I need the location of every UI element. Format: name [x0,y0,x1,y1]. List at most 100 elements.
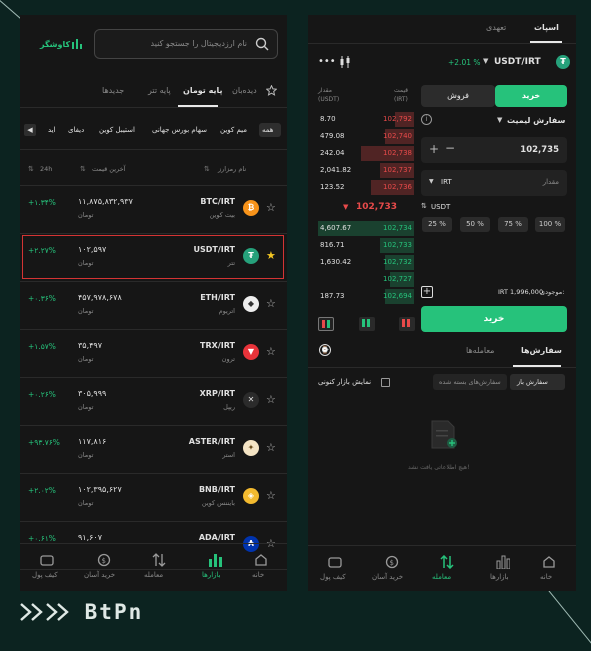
price: 102,792 [383,115,412,123]
tab-trades[interactable]: معامله‌ها [466,346,494,355]
divider [308,545,576,546]
more-icon[interactable]: ••• [318,56,336,67]
ask-row[interactable]: 2,041.82 102,737 [318,163,414,178]
pair-change: +2.01 % [448,58,481,67]
market-row[interactable]: ☆ ◈ BNB/IRT بایننس کوین ۱۰۲,۳۹۵,۶۲۷ توما… [20,475,287,522]
price-input[interactable]: + − 102,735 [421,137,567,163]
nav-trade[interactable]: معامله [428,555,468,589]
category-defi[interactable]: دیفای [68,126,84,134]
nav-wallet[interactable]: کیف پول [28,553,68,587]
price: 102,727 [383,275,412,283]
nav-wallet[interactable]: کیف پول [316,555,356,589]
pair-label: ASTER/IRT [188,437,235,446]
favorite-star-icon[interactable]: ☆ [266,345,276,358]
bid-row[interactable]: 816.71 102,733 [318,238,414,253]
unit-dropdown-icon[interactable]: ▼ [429,178,434,185]
amount-input[interactable]: ▼ IRT مقدار [421,170,567,196]
closed-orders-chip[interactable]: سفارش‌های بسته شده [433,374,507,390]
bid-row[interactable]: 4,607.67 102,734 [318,221,414,236]
category-all[interactable]: همه [259,123,281,137]
order-type-select[interactable]: سفارش لیمیت ▼ i [421,112,567,130]
category-meme[interactable]: میم کوین [220,126,247,134]
category-stocks[interactable]: سهام بورس جهانی [152,126,207,134]
candlestick-icon[interactable] [339,55,351,69]
favorite-star-icon[interactable]: ☆ [266,297,276,310]
tab-spot[interactable]: اسپات [534,23,559,32]
price-minus-button[interactable]: − [445,141,455,155]
category-all-label: همه [262,126,274,134]
tab-watchlist[interactable]: دیده‌بان [232,86,257,95]
buy-tab[interactable]: خرید [495,85,567,107]
tab-margin[interactable]: تعهدی [486,23,506,32]
favorite-star-icon[interactable]: ☆ [266,393,276,406]
show-current-label: نمایش بازار کنونی [318,378,372,386]
ask-row[interactable]: 123.52 102,736 [318,180,414,195]
nav-home[interactable]: خانه [246,553,276,587]
percent-100[interactable]: 100 % [535,217,565,232]
home-icon [543,556,555,568]
tab-new[interactable]: جدیدها [102,86,124,95]
nav-home[interactable]: خانه [534,555,564,589]
last-price: ۴۵۷,۹۷۸,۶۷۸ [78,293,122,302]
pair-title[interactable]: USDT/IRT [494,57,541,67]
easy-buy-icon: $ [97,553,111,567]
price-unit: تومان [78,403,94,411]
price-plus-button[interactable]: + [429,142,439,156]
ask-row[interactable]: 8.70 102,792 [318,112,414,127]
percent-50[interactable]: 50 % [460,217,490,232]
view-bids-button[interactable] [359,317,375,331]
ask-row[interactable]: 479.08 102,740 [318,129,414,144]
nav-markets[interactable]: بازارها [196,553,236,587]
scroll-left-button[interactable]: ◀ [24,124,36,136]
favorite-star-icon[interactable]: ☆ [266,201,276,214]
buy-button[interactable]: خرید [421,306,567,332]
percent-75[interactable]: 75 % [498,217,528,232]
sell-tab[interactable]: فروش [421,85,495,107]
tab-orders[interactable]: سفارش‌ها [521,346,562,355]
divider [20,543,287,544]
history-icon[interactable]: ⌚ [319,344,331,356]
search-input[interactable]: نام ارزدیجیتال را جستجو کنید [94,29,278,59]
buy-button-label: خرید [483,314,505,324]
tether-logo-icon: ₮ [556,55,570,69]
last-price: ۳۰۵,۹۹۹ [78,389,107,398]
divider [20,107,287,108]
view-both-button[interactable] [318,317,334,331]
coin-logo-icon: ◆ [243,296,259,312]
category-stable[interactable]: استیبل کوین [99,126,135,134]
nav-easy-buy[interactable]: $ خرید آسان [82,553,126,587]
nav-markets[interactable]: بازارها [484,555,524,589]
market-row[interactable]: ☆ ✕ XRP/IRT ریپل ۳۰۵,۹۹۹ تومان +۰.۲۶% [20,379,287,426]
bid-row[interactable]: 102,727 [318,272,414,287]
favorite-star-icon[interactable]: ☆ [266,441,276,454]
info-icon[interactable]: i [421,114,432,125]
view-bids-bar-right [367,319,370,327]
percent-25[interactable]: 25 % [422,217,452,232]
market-row[interactable]: ☆ ✦ ASTER/IRT استر ۱۱۷,۸۱۶ تومان +۹۳.۷۶% [20,427,287,474]
swap-icon[interactable]: ⇅ [421,202,427,210]
bid-row[interactable]: 1,630.42 102,732 [318,255,414,270]
deposit-plus-icon[interactable]: + [421,286,433,298]
favorite-star-icon[interactable]: ☆ [266,489,276,502]
brand-label[interactable]: کاوشگر [40,40,70,49]
market-row[interactable]: ☆ ◆ ETH/IRT اتریوم ۴۵۷,۹۷۸,۶۷۸ تومان +۰.… [20,283,287,330]
market-row[interactable]: ☆ ▼ TRX/IRT ترون ۳۵,۴۹۷ تومان +۱.۵۷% [20,331,287,378]
trade-icon [440,555,454,569]
amount-unit[interactable]: IRT [441,178,452,186]
last-price: ۱۱۷,۸۱۶ [78,437,107,446]
nav-trade[interactable]: معامله [140,553,180,587]
tab-toman[interactable]: پایه تومان [183,86,222,95]
view-asks-button[interactable] [399,317,415,331]
market-row[interactable]: ☆ ₿ BTC/IRT بیت کوین ۱۱,۸۷۵,۸۳۲,۹۳۷ توما… [20,187,287,234]
chevron-down-icon: ▼ [497,116,503,124]
bid-row[interactable]: 187.73 102,694 [318,289,414,304]
category-more[interactable]: اید [48,126,56,134]
open-orders-chip[interactable]: سفارش باز [510,374,565,390]
pair-label: XRP/IRT [199,389,235,398]
show-current-checkbox[interactable] [381,378,390,387]
ask-row[interactable]: 242.04 102,738 [318,146,414,161]
nav-easy-buy[interactable]: $ خرید آسان [370,555,414,589]
nav-trade-label: معامله [432,573,452,581]
tab-tether[interactable]: پایه تتر [148,86,171,95]
pair-dropdown-icon[interactable]: ▼ [483,57,488,65]
